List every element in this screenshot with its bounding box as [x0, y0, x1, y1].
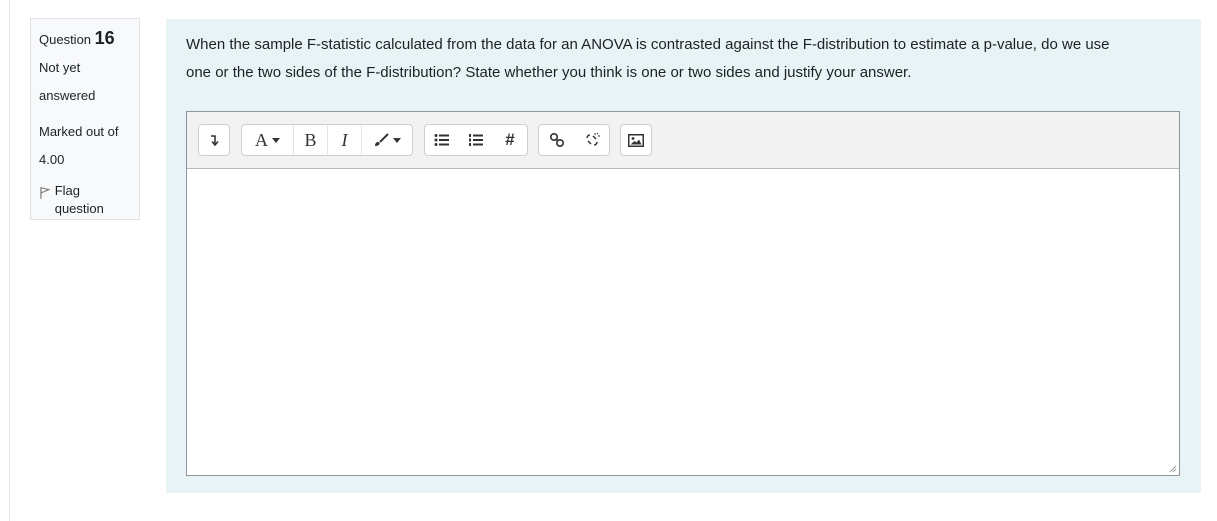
question-text: When the sample F-statistic calculated f… [186, 31, 1186, 87]
answer-text-area[interactable] [187, 169, 1179, 475]
toolbar-group-lists: # [424, 124, 528, 156]
state-line-1: Not yet [39, 60, 81, 75]
link-button[interactable] [539, 125, 574, 155]
question-number-value: 16 [94, 28, 115, 48]
flag-question-label: Flag question [54, 183, 104, 216]
font-icon: A [255, 129, 268, 150]
question-grade: Marked out of 4.00 [39, 118, 131, 174]
editor-toolbar: A B I # [187, 112, 1179, 169]
question-label: Question [39, 32, 92, 47]
bullet-list-icon [434, 134, 449, 146]
link-icon [549, 132, 564, 148]
insert-image-button[interactable] [621, 125, 651, 155]
question-content: When the sample F-statistic calculated f… [166, 19, 1201, 493]
bold-button[interactable]: B [293, 125, 327, 155]
question-number: Question 16 [39, 26, 131, 54]
page-left-border [9, 0, 10, 521]
unlink-icon [585, 132, 600, 146]
toolbar-group-media [620, 124, 652, 156]
paintbrush-icon [375, 133, 389, 146]
unlink-button[interactable] [574, 125, 609, 155]
toolbar-group-links [538, 124, 610, 156]
question-text-line-1: When the sample F-statistic calculated f… [186, 36, 1110, 53]
hash-icon: # [505, 130, 515, 149]
grade-line-1: Marked out of [39, 124, 119, 139]
question-info: Question 16 Not yet answered Marked out … [30, 18, 140, 220]
font-dropdown-caret-icon [272, 137, 280, 143]
toolbar-group-style: A B I [241, 124, 413, 156]
color-dropdown-caret-icon [393, 137, 401, 143]
answer-editor: A B I # [186, 111, 1180, 476]
collapse-icon [211, 135, 219, 146]
grade-line-2: 4.00 [39, 152, 65, 167]
collapse-button[interactable] [199, 125, 229, 155]
italic-icon: I [341, 129, 348, 150]
flag-question-link[interactable]: Flag question [39, 182, 131, 218]
font-color-button[interactable] [361, 125, 412, 155]
question-state: Not yet answered [39, 54, 131, 110]
question-text-line-2: one or the two sides of the F-distributi… [186, 64, 912, 81]
numbered-list-button[interactable] [459, 125, 493, 155]
image-icon [628, 133, 644, 147]
bullet-list-button[interactable] [425, 125, 459, 155]
flag-icon [40, 187, 51, 199]
resize-handle-icon[interactable] [1167, 463, 1177, 473]
italic-button[interactable]: I [327, 125, 361, 155]
hash-button[interactable]: # [493, 125, 527, 155]
state-line-2: answered [39, 88, 96, 103]
bold-icon: B [304, 129, 317, 150]
font-style-button[interactable]: A [242, 125, 293, 155]
toolbar-group-collapse [198, 124, 230, 156]
numbered-list-icon [469, 134, 483, 146]
